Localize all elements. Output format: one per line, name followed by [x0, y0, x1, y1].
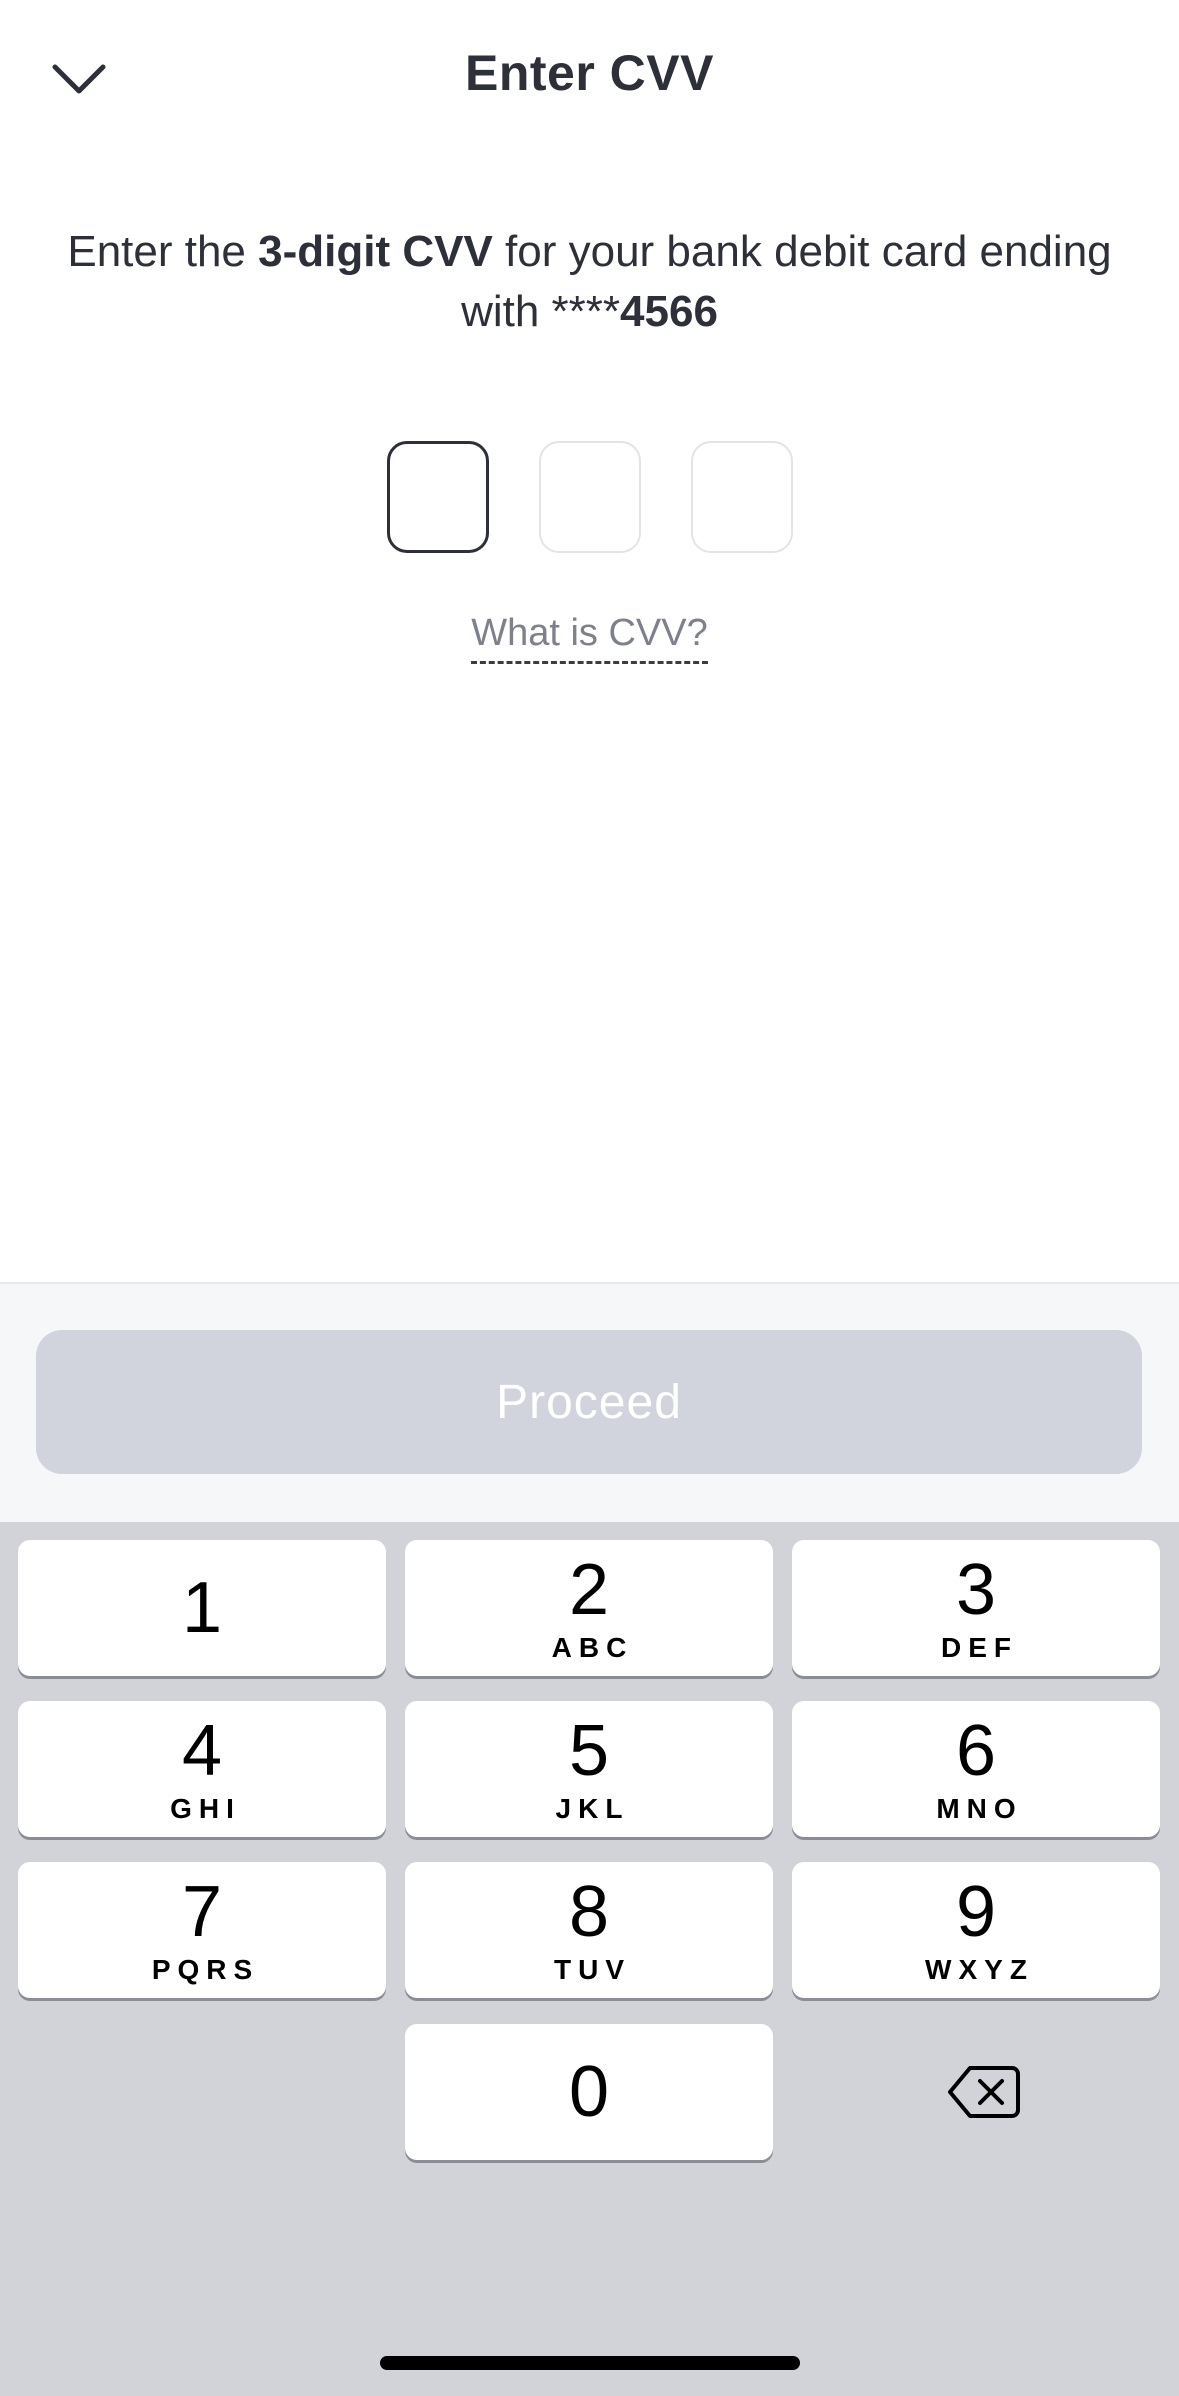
cvv-digit-3[interactable] [690, 441, 793, 553]
key-4[interactable]: 4 GHI [18, 1701, 386, 1837]
instruction-text-2: for your bank debit card ending with ***… [461, 227, 1112, 336]
key-digit: 4 [181, 1711, 223, 1791]
key-8[interactable]: 8 TUV [405, 1862, 773, 1998]
cvv-digit-1[interactable] [386, 441, 489, 553]
key-digit: 3 [955, 1550, 997, 1630]
key-9[interactable]: 9 WXYZ [792, 1862, 1160, 1998]
cvv-input-group[interactable] [0, 441, 1179, 553]
key-digit: 0 [568, 2052, 610, 2132]
key-letters: WXYZ [925, 1954, 1034, 1985]
key-6[interactable]: 6 MNO [792, 1701, 1160, 1837]
key-digit: 8 [568, 1872, 610, 1952]
header: Enter CVV [0, 0, 1179, 160]
key-letters: JKL [555, 1793, 630, 1824]
backspace-key[interactable] [791, 2024, 1177, 2160]
key-digit: 7 [181, 1872, 223, 1952]
what-is-cvv-container: What is CVV? [0, 612, 1179, 664]
cvv-instruction: Enter the 3-digit CVV for your bank debi… [60, 222, 1119, 342]
card-last-digits: 4566 [620, 287, 718, 336]
key-letters: TUV [554, 1954, 631, 1985]
key-letters: DEF [941, 1632, 1018, 1663]
key-0[interactable]: 0 [405, 2024, 773, 2160]
key-digit: 9 [955, 1872, 997, 1952]
proceed-button[interactable]: Proceed [36, 1330, 1142, 1474]
backspace-icon [948, 2066, 1020, 2118]
key-letters: MNO [936, 1793, 1023, 1824]
key-digit: 6 [955, 1711, 997, 1791]
cvv-digit-2[interactable] [538, 441, 641, 553]
what-is-cvv-link[interactable]: What is CVV? [471, 612, 708, 664]
action-footer: Proceed [0, 1282, 1179, 1522]
key-5[interactable]: 5 JKL [405, 1701, 773, 1837]
key-3[interactable]: 3 DEF [792, 1540, 1160, 1676]
key-letters: ABC [551, 1632, 634, 1663]
key-digit: 1 [181, 1568, 223, 1648]
key-digit: 5 [568, 1711, 610, 1791]
instruction-text-1: Enter the [67, 227, 259, 276]
instruction-bold-cvv: 3-digit CVV [258, 227, 493, 276]
home-indicator [380, 2356, 800, 2370]
page-title: Enter CVV [464, 45, 714, 101]
key-letters: PQRS [151, 1954, 260, 1985]
key-7[interactable]: 7 PQRS [18, 1862, 386, 1998]
key-2[interactable]: 2 ABC [405, 1540, 773, 1676]
key-digit: 2 [568, 1550, 610, 1630]
key-letters: GHI [170, 1793, 241, 1824]
key-1[interactable]: 1 [18, 1540, 386, 1676]
